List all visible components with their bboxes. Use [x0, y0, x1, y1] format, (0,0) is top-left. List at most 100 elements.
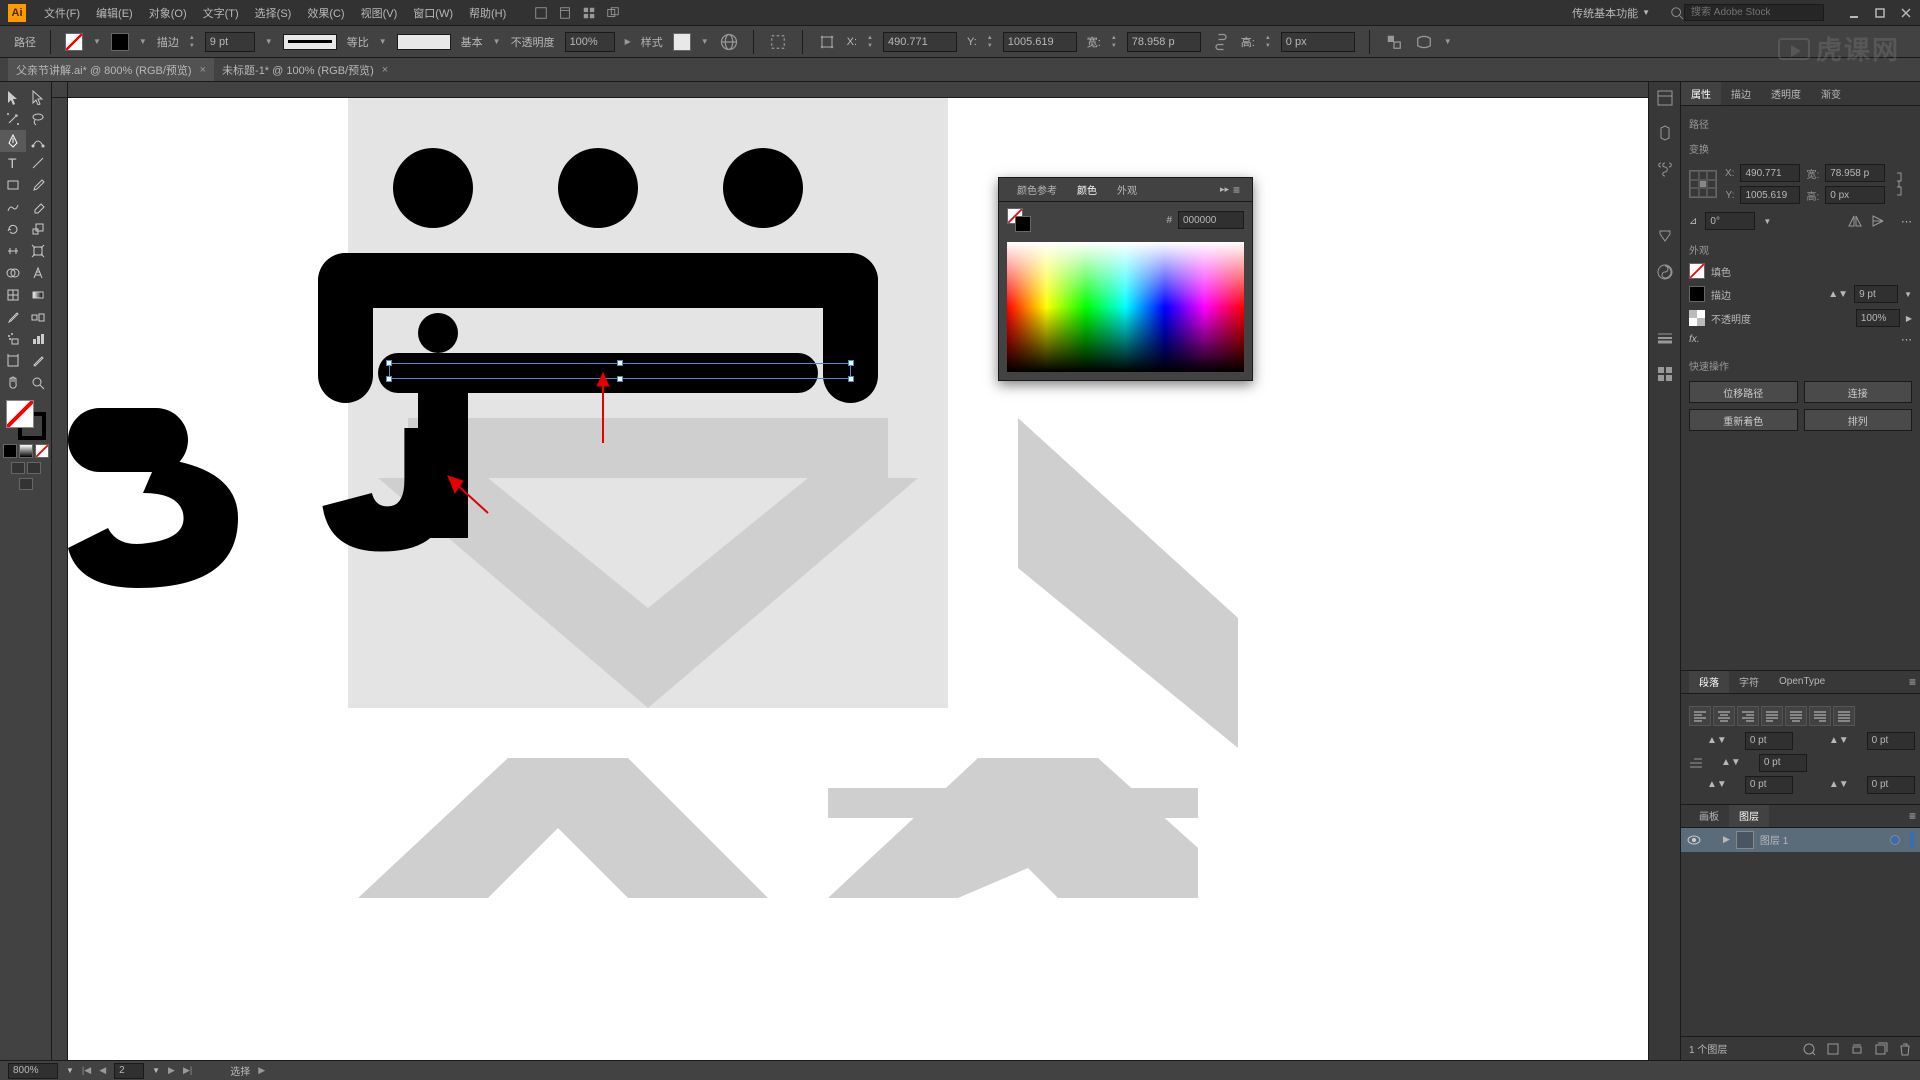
magic-wand-tool[interactable] — [0, 108, 26, 130]
layer-row[interactable]: ▶ 图层 1 — [1681, 828, 1920, 852]
tab-appearance[interactable]: 外观 — [1107, 182, 1147, 197]
paintbrush-tool[interactable] — [26, 174, 52, 196]
stepper-up[interactable]: ▲ — [1707, 779, 1717, 790]
stepper-down[interactable]: ▼ — [1838, 289, 1848, 300]
menu-select[interactable]: 选择(S) — [247, 5, 300, 21]
align-icon[interactable] — [768, 32, 788, 52]
chevron-down-icon[interactable]: ▼ — [379, 37, 387, 46]
link-icon[interactable] — [1211, 32, 1231, 52]
stroke-weight-input[interactable] — [1854, 285, 1898, 303]
close-icon[interactable]: × — [382, 64, 388, 76]
menu-view[interactable]: 视图(V) — [353, 5, 406, 21]
last-artboard-button[interactable]: ▶| — [183, 1065, 192, 1076]
pen-tool[interactable] — [0, 130, 26, 152]
panel-collapse-icon[interactable]: ▸▸ — [1220, 184, 1229, 195]
stepper-up[interactable]: ▲ — [867, 34, 873, 42]
mesh-tool[interactable] — [0, 284, 26, 306]
next-artboard-button[interactable]: ▶ — [168, 1065, 175, 1076]
shaper-tool[interactable] — [0, 196, 26, 218]
stepper-down[interactable]: ▼ — [1717, 735, 1727, 746]
scale-tool[interactable] — [26, 218, 52, 240]
first-line-indent-input[interactable] — [1759, 754, 1807, 772]
artboard-tool[interactable] — [0, 350, 26, 372]
fill-stroke-indicator[interactable] — [6, 400, 46, 440]
tab-paragraph[interactable]: 段落 — [1689, 671, 1729, 693]
locate-layer-icon[interactable] — [1802, 1042, 1816, 1056]
link-icon[interactable] — [1893, 170, 1905, 198]
delete-layer-icon[interactable] — [1898, 1042, 1912, 1056]
hex-input[interactable] — [1178, 211, 1244, 229]
visibility-icon[interactable] — [1687, 833, 1701, 847]
new-sublayer-icon[interactable] — [1850, 1042, 1864, 1056]
tab-color-ref[interactable]: 颜色参考 — [1007, 182, 1067, 197]
arrange-button[interactable]: 排列 — [1804, 409, 1913, 431]
flip-vertical-icon[interactable] — [1871, 214, 1887, 228]
opacity-label[interactable]: 不透明度 — [511, 34, 555, 50]
screen-mode-3[interactable] — [19, 478, 33, 490]
workspace-switcher[interactable]: 传统基本功能 ▼ — [1562, 5, 1660, 21]
w-input[interactable] — [1127, 32, 1201, 52]
transform-icon[interactable] — [817, 32, 837, 52]
chevron-down-icon[interactable]: ▼ — [139, 37, 147, 46]
ruler-horizontal[interactable] — [68, 82, 1648, 98]
stroke-indicator[interactable] — [1015, 216, 1031, 232]
tab-character[interactable]: 字符 — [1729, 671, 1769, 693]
panel-menu-icon[interactable]: ≡ — [1905, 809, 1920, 823]
more-options-icon[interactable]: ⋯ — [1901, 333, 1912, 346]
menu-help[interactable]: 帮助(H) — [461, 5, 514, 21]
zoom-tool[interactable] — [26, 372, 52, 394]
rotate-tool[interactable] — [0, 218, 26, 240]
menu-effect[interactable]: 效果(C) — [299, 5, 352, 21]
tab-color[interactable]: 颜色 — [1067, 182, 1107, 197]
eyedropper-tool[interactable] — [0, 306, 26, 328]
free-transform-tool[interactable] — [26, 240, 52, 262]
prop-x-input[interactable] — [1740, 164, 1800, 182]
minimize-icon[interactable] — [1848, 7, 1860, 19]
globe-icon[interactable] — [719, 32, 739, 52]
width-tool[interactable] — [0, 240, 26, 262]
color-mode-none[interactable] — [35, 444, 49, 458]
panel-menu-icon[interactable]: ≡ — [1229, 183, 1244, 197]
menu-object[interactable]: 对象(O) — [141, 5, 195, 21]
canvas[interactable]: 颜色参考 颜色 外观 ▸▸ ≡ # — [52, 82, 1648, 1060]
line-tool[interactable] — [26, 152, 52, 174]
selection-tool[interactable] — [0, 86, 26, 108]
swatches-icon[interactable] — [1655, 226, 1675, 246]
indent-right-input[interactable] — [1867, 732, 1915, 750]
color-mode-solid[interactable] — [3, 444, 17, 458]
menu-file[interactable]: 文件(F) — [36, 5, 88, 21]
align-right-button[interactable] — [1737, 706, 1759, 726]
justify-left-button[interactable] — [1761, 706, 1783, 726]
tab-gradient[interactable]: 渐变 — [1811, 82, 1851, 105]
tab-layers[interactable]: 图层 — [1729, 805, 1769, 827]
h-input[interactable] — [1281, 32, 1355, 52]
prev-artboard-button[interactable]: ◀ — [99, 1065, 106, 1076]
zoom-input[interactable] — [8, 1063, 58, 1079]
stepper-up[interactable]: ▲ — [1721, 757, 1731, 768]
chevron-down-icon[interactable]: ▼ — [701, 37, 709, 46]
stroke-profile[interactable] — [283, 34, 337, 50]
stepper-up[interactable]: ▲ — [1111, 34, 1117, 42]
justify-all-button[interactable] — [1833, 706, 1855, 726]
stepper-down[interactable]: ▼ — [1111, 42, 1117, 50]
stepper-down[interactable]: ▼ — [1839, 779, 1849, 790]
color-mode-gradient[interactable] — [19, 444, 33, 458]
chevron-down-icon[interactable]: ▼ — [152, 1066, 160, 1075]
stepper-down[interactable]: ▼ — [1731, 757, 1741, 768]
color-spectrum[interactable] — [1007, 242, 1244, 372]
eraser-tool[interactable] — [26, 196, 52, 218]
opacity-input[interactable] — [565, 32, 615, 52]
screen-mode-normal[interactable] — [11, 462, 25, 474]
layer-name[interactable]: 图层 1 — [1760, 832, 1884, 847]
first-artboard-button[interactable]: |◀ — [82, 1065, 91, 1076]
close-icon[interactable]: × — [200, 64, 206, 76]
space-before-input[interactable] — [1745, 776, 1793, 794]
stepper-up[interactable]: ▲ — [1265, 34, 1271, 42]
selection-indicator[interactable] — [1890, 835, 1900, 845]
artboard-number-input[interactable] — [114, 1063, 144, 1079]
more-options-icon[interactable]: ⋯ — [1901, 215, 1912, 228]
align-left-button[interactable] — [1689, 706, 1711, 726]
chevron-right-icon[interactable]: ▶ — [625, 37, 631, 46]
fill-swatch[interactable] — [65, 33, 83, 51]
reference-point[interactable] — [1689, 170, 1717, 198]
